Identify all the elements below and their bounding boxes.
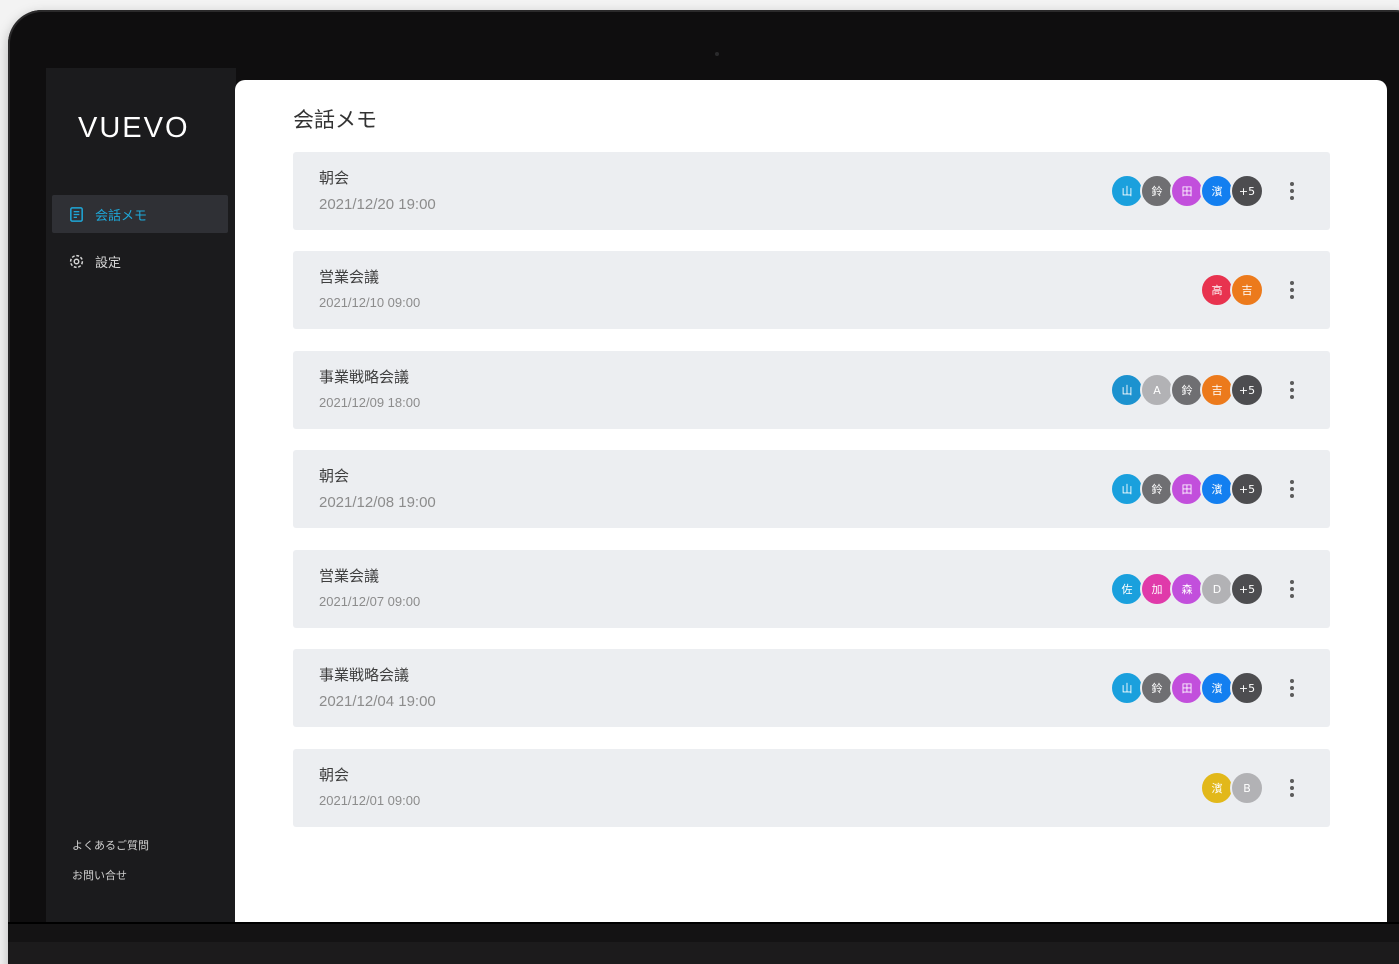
avatar: 田	[1170, 472, 1204, 506]
avatar: 山	[1110, 373, 1144, 407]
list-item[interactable]: 営業会議 2021/12/07 09:00 佐加森 D +5	[293, 550, 1330, 628]
avatar: 山	[1110, 472, 1144, 506]
avatar: 田	[1170, 174, 1204, 208]
memo-date: 2021/12/07 09:00	[319, 594, 421, 609]
sidebar-item-memo[interactable]: 会話メモ	[52, 195, 228, 233]
avatar: 濱	[1200, 671, 1234, 705]
memo-date: 2021/12/01 09:00	[319, 793, 421, 808]
faq-link[interactable]: よくあるご質問	[72, 837, 149, 853]
sidebar-item-label: 設定	[95, 255, 122, 271]
memo-date: 2021/12/08 19:00	[319, 494, 436, 511]
avatar: 濱	[1200, 771, 1234, 805]
memo-date: 2021/12/20 19:00	[319, 196, 436, 213]
list-item[interactable]: 事業戦略会議 2021/12/04 19:00 山鈴田濱 +5	[293, 649, 1330, 727]
participant-avatars: 高吉	[1200, 273, 1264, 307]
memo-date: 2021/12/04 19:00	[319, 693, 436, 710]
memo-icon	[70, 206, 83, 222]
participant-avatars: 山鈴田濱 +5	[1110, 174, 1264, 208]
sidebar-item-label: 会話メモ	[95, 208, 148, 224]
avatar: 濱	[1200, 174, 1234, 208]
memo-title: 朝会	[319, 766, 350, 784]
avatar: 佐	[1110, 572, 1144, 606]
more-options-icon[interactable]	[1284, 277, 1300, 303]
sidebar: VUEVO 会話メモ 設定 よくあるご質問 お問い合せ	[46, 68, 236, 922]
avatar: 田	[1170, 671, 1204, 705]
list-item[interactable]: 朝会 2021/12/01 09:00 濱B	[293, 749, 1330, 827]
list-item[interactable]: 朝会 2021/12/20 19:00 山鈴田濱 +5	[293, 152, 1330, 230]
avatar: B	[1230, 771, 1264, 805]
avatar: A	[1140, 373, 1174, 407]
avatar: D	[1200, 572, 1234, 606]
avatar: 山	[1110, 671, 1144, 705]
gear-icon	[69, 254, 84, 268]
memo-date: 2021/12/10 09:00	[319, 295, 421, 310]
avatar: 鈴	[1170, 373, 1204, 407]
avatar: 森	[1170, 572, 1204, 606]
laptop-hinge	[8, 942, 1399, 964]
list-item[interactable]: 朝会 2021/12/08 19:00 山鈴田濱 +5	[293, 450, 1330, 528]
avatar: +5	[1230, 174, 1264, 208]
avatar: 山	[1110, 174, 1144, 208]
avatar: 濱	[1200, 472, 1234, 506]
sidebar-item-settings[interactable]: 設定	[52, 242, 228, 280]
contact-link[interactable]: お問い合せ	[72, 867, 127, 883]
camera-dot	[715, 52, 719, 56]
page-title: 会話メモ	[293, 108, 377, 132]
more-options-icon[interactable]	[1284, 178, 1300, 204]
avatar: 鈴	[1140, 174, 1174, 208]
avatar: 吉	[1230, 273, 1264, 307]
main-panel: 会話メモ 朝会 2021/12/20 19:00 山鈴田濱 +5 営業会議 202…	[235, 80, 1387, 922]
avatar: +5	[1230, 572, 1264, 606]
more-options-icon[interactable]	[1284, 476, 1300, 502]
avatar: 鈴	[1140, 671, 1174, 705]
avatar: +5	[1230, 373, 1264, 407]
avatar: +5	[1230, 472, 1264, 506]
memo-date: 2021/12/09 18:00	[319, 395, 421, 410]
list-item[interactable]: 事業戦略会議 2021/12/09 18:00 山 A 鈴吉 +5	[293, 351, 1330, 429]
participant-avatars: 山鈴田濱 +5	[1110, 671, 1264, 705]
memo-title: 営業会議	[319, 567, 380, 585]
more-options-icon[interactable]	[1284, 775, 1300, 801]
memo-title: 朝会	[319, 467, 350, 485]
laptop-frame: VUEVO 会話メモ 設定 よくあるご質問 お問い合せ 会話メモ 朝会 2021…	[8, 10, 1399, 964]
participant-avatars: 佐加森 D +5	[1110, 572, 1264, 606]
avatar: 加	[1140, 572, 1174, 606]
avatar: 高	[1200, 273, 1234, 307]
list-item[interactable]: 営業会議 2021/12/10 09:00 高吉	[293, 251, 1330, 329]
participant-avatars: 山 A 鈴吉 +5	[1110, 373, 1264, 407]
memo-title: 事業戦略会議	[319, 368, 410, 386]
app-logo: VUEVO	[78, 112, 190, 144]
avatar: 吉	[1200, 373, 1234, 407]
memo-title: 朝会	[319, 169, 350, 187]
more-options-icon[interactable]	[1284, 377, 1300, 403]
participant-avatars: 山鈴田濱 +5	[1110, 472, 1264, 506]
more-options-icon[interactable]	[1284, 675, 1300, 701]
more-options-icon[interactable]	[1284, 576, 1300, 602]
memo-title: 営業会議	[319, 268, 380, 286]
avatar: +5	[1230, 671, 1264, 705]
avatar: 鈴	[1140, 472, 1174, 506]
memo-title: 事業戦略会議	[319, 666, 410, 684]
participant-avatars: 濱B	[1200, 771, 1264, 805]
